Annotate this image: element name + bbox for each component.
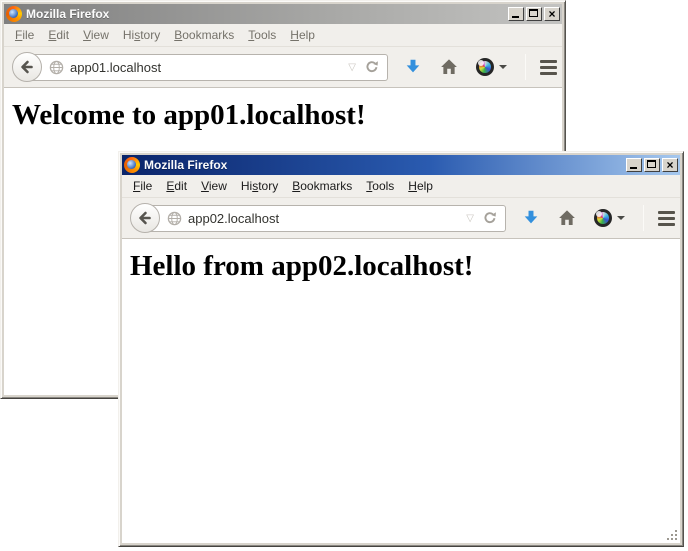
resize-grip[interactable] [665, 528, 679, 542]
menu-item-edit[interactable]: Edit [160, 177, 193, 195]
url-dropdown-icon[interactable]: ▽ [466, 213, 474, 224]
titlebar[interactable]: Mozilla Firefox × [4, 4, 562, 24]
search-engine-icon [594, 209, 612, 227]
menu-item-tools[interactable]: Tools [242, 26, 282, 44]
firefox-icon [6, 6, 22, 22]
firefox-icon [124, 157, 140, 173]
back-button[interactable] [130, 203, 160, 233]
site-identity-globe-icon[interactable] [167, 211, 182, 226]
back-arrow-icon [137, 210, 153, 226]
menu-item-file[interactable]: File [9, 26, 40, 44]
page-heading: Hello from app02.localhost! [122, 250, 680, 283]
url-input[interactable]: app02.localhost [188, 211, 466, 226]
browser-window-app02: Mozilla Firefox × File Edit View History… [118, 151, 684, 547]
titlebar[interactable]: Mozilla Firefox × [122, 155, 680, 175]
search-engine-button[interactable] [476, 58, 507, 76]
search-engine-button[interactable] [594, 209, 625, 227]
page-heading: Welcome to app01.localhost! [4, 99, 562, 132]
maximize-button[interactable] [644, 158, 660, 172]
reload-icon[interactable] [482, 210, 498, 226]
maximize-button[interactable] [526, 7, 542, 21]
site-identity-globe-icon[interactable] [49, 60, 64, 75]
search-engine-icon [476, 58, 494, 76]
menu-button[interactable] [656, 207, 677, 230]
menu-item-help[interactable]: Help [284, 26, 321, 44]
menu-item-help[interactable]: Help [402, 177, 439, 195]
menu-item-edit[interactable]: Edit [42, 26, 75, 44]
chevron-down-icon [499, 65, 507, 69]
home-button[interactable] [558, 209, 576, 227]
window-title: Mozilla Firefox [144, 158, 626, 172]
menu-item-bookmarks[interactable]: Bookmarks [168, 26, 240, 44]
reload-icon[interactable] [364, 59, 380, 75]
menu-bar: File Edit View History Bookmarks Tools H… [122, 175, 680, 198]
menu-item-file[interactable]: File [127, 177, 158, 195]
navigation-toolbar: app01.localhost ▽ [4, 47, 562, 88]
toolbar-separator [643, 205, 644, 231]
menu-item-view[interactable]: View [195, 177, 233, 195]
menu-bar: File Edit View History Bookmarks Tools H… [4, 24, 562, 47]
window-title: Mozilla Firefox [26, 7, 508, 21]
menu-item-view[interactable]: View [77, 26, 115, 44]
downloads-button[interactable] [404, 58, 422, 76]
home-button[interactable] [440, 58, 458, 76]
url-dropdown-icon[interactable]: ▽ [348, 62, 356, 73]
url-bar[interactable]: app01.localhost ▽ [26, 54, 388, 81]
window-controls: × [626, 158, 678, 172]
back-button[interactable] [12, 52, 42, 82]
minimize-button[interactable] [626, 158, 642, 172]
url-bar[interactable]: app02.localhost ▽ [144, 205, 506, 232]
url-input[interactable]: app01.localhost [70, 60, 348, 75]
back-arrow-icon [19, 59, 35, 75]
minimize-button[interactable] [508, 7, 524, 21]
close-button[interactable]: × [662, 158, 678, 172]
menu-item-history[interactable]: History [117, 26, 166, 44]
menu-item-tools[interactable]: Tools [360, 177, 400, 195]
page-content: Hello from app02.localhost! [122, 239, 680, 543]
chevron-down-icon [617, 216, 625, 220]
toolbar-separator [525, 54, 526, 80]
downloads-button[interactable] [522, 209, 540, 227]
window-controls: × [508, 7, 560, 21]
menu-button[interactable] [538, 56, 559, 79]
close-button[interactable]: × [544, 7, 560, 21]
navigation-toolbar: app02.localhost ▽ [122, 198, 680, 239]
menu-item-history[interactable]: History [235, 177, 284, 195]
menu-item-bookmarks[interactable]: Bookmarks [286, 177, 358, 195]
